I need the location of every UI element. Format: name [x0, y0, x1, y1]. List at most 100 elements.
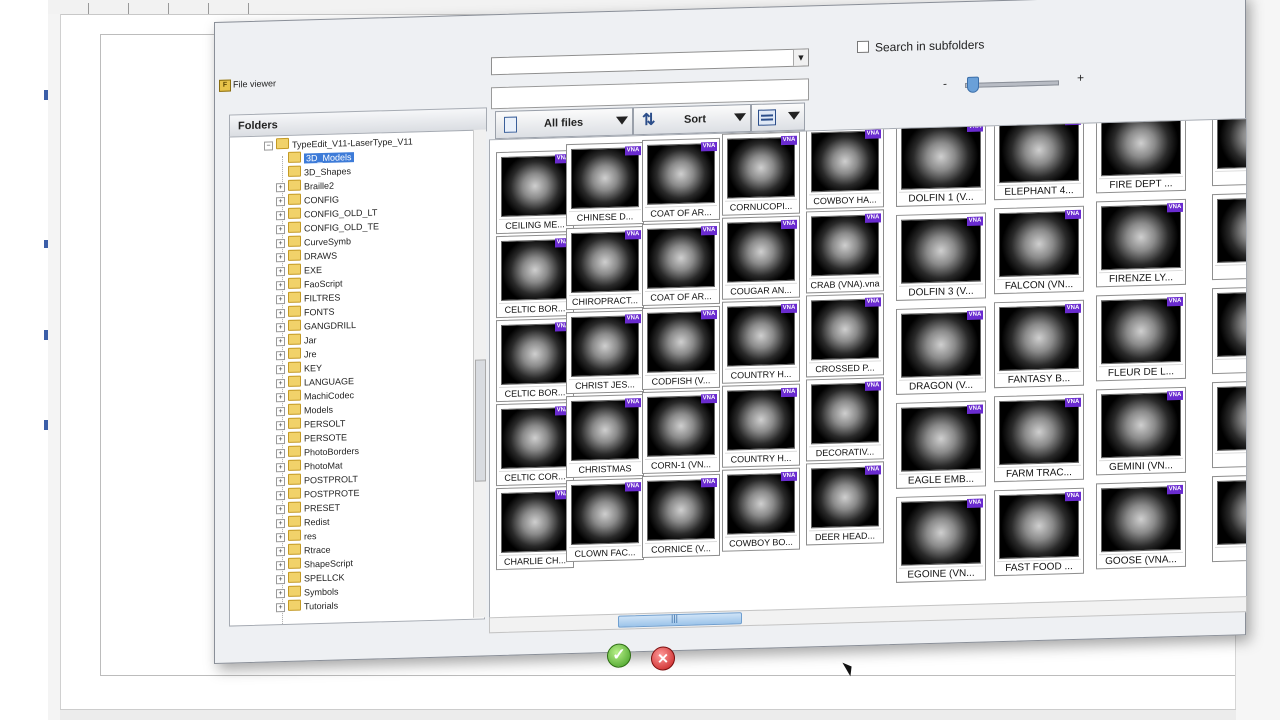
file-thumbnail[interactable]: VNA DOLFIN 1 (V...	[896, 118, 986, 207]
file-thumbnail[interactable]: VNA COUNTRY H...	[722, 383, 800, 468]
tree-item[interactable]: 3D_Shapes	[276, 164, 351, 180]
expand-icon[interactable]: +	[276, 561, 285, 571]
file-thumbnail[interactable]: VNA CHARLIE CH...	[496, 485, 574, 571]
expand-icon[interactable]: +	[276, 309, 285, 319]
tree-scrollbar[interactable]	[473, 129, 486, 618]
file-thumbnail[interactable]: VNA FANTASY B...	[994, 299, 1084, 389]
tree-item[interactable]: + POSTPROTE	[276, 486, 360, 502]
tree-item[interactable]: + Tutorials	[276, 599, 338, 615]
expand-icon[interactable]: +	[276, 519, 285, 529]
file-thumbnail[interactable]: VNA FLEUR DE L...	[1096, 292, 1186, 382]
sort-dropdown[interactable]: ⇅ Sort	[633, 104, 751, 136]
file-thumbnail[interactable]: VNA GEMINI (VN...	[1096, 386, 1186, 476]
collapse-icon[interactable]: −	[264, 141, 273, 151]
expand-icon[interactable]: +	[276, 435, 285, 445]
zoom-track[interactable]	[965, 80, 1059, 89]
file-thumbnail[interactable]: VNA DEER HEAD...	[806, 461, 884, 546]
expand-icon[interactable]: +	[276, 505, 285, 515]
expand-icon[interactable]: +	[276, 253, 285, 263]
checkbox-icon[interactable]	[857, 40, 869, 54]
expand-icon[interactable]: +	[276, 337, 285, 347]
file-thumbnail[interactable]: VNA COWBOY HA...	[806, 125, 884, 210]
file-thumbnail[interactable]: VNA FAST FOOD ...	[994, 487, 1084, 577]
file-thumbnail[interactable]: GR	[1212, 118, 1247, 187]
path-dropdown[interactable]: ▼	[491, 48, 809, 76]
file-thumbnail[interactable]: VNA CELTIC BOR...	[496, 233, 574, 319]
expand-icon[interactable]: +	[276, 575, 285, 585]
file-thumbnail[interactable]: VNA CELTIC COR...	[496, 401, 574, 487]
expand-icon[interactable]: +	[276, 407, 285, 417]
tree-item[interactable]: + CONFIG_OLD_TE	[276, 219, 379, 236]
expand-icon[interactable]: +	[276, 421, 285, 431]
file-thumbnail[interactable]: VNA ELEPHANT 4...	[994, 118, 1084, 201]
file-thumbnail[interactable]: VNA CHINESE D...	[566, 141, 644, 227]
file-thumbnail[interactable]: VNA FALCON (VN...	[994, 205, 1084, 295]
file-thumbnail[interactable]: VNA CHRIST JES...	[566, 309, 644, 395]
file-thumbnail[interactable]: VNA FARM TRAC...	[994, 393, 1084, 483]
file-thumbnail[interactable]: VNA CHRISTMAS	[566, 393, 644, 479]
file-thumbnail[interactable]: HA	[1212, 285, 1247, 375]
expand-icon[interactable]: +	[276, 211, 285, 221]
expand-icon[interactable]: +	[276, 449, 285, 459]
expand-icon[interactable]: +	[276, 183, 285, 193]
file-thumbnail[interactable]: VNA COUGAR AN...	[722, 215, 800, 300]
file-thumbnail[interactable]: VNA FIRENZE LY...	[1096, 198, 1186, 288]
tree-item[interactable]: + PhotoBorders	[276, 444, 359, 460]
tree-item[interactable]: + Redist	[276, 515, 330, 530]
tree-item[interactable]: + MachiCodec	[276, 388, 354, 404]
expand-icon[interactable]: +	[276, 533, 285, 543]
tree-item[interactable]: + CurveSymb	[276, 234, 351, 250]
file-thumbnail[interactable]: VNA CODFISH (V...	[642, 305, 720, 391]
file-thumbnail[interactable]: VNA CRAB (VNA).vna	[806, 209, 884, 294]
expand-icon[interactable]: +	[276, 477, 285, 487]
tree-item[interactable]: + Rtrace	[276, 543, 331, 559]
tree-item[interactable]: + GANGDRILL	[276, 318, 356, 334]
file-thumbnail[interactable]: VNA COWBOY BO...	[722, 467, 800, 552]
file-thumbnail[interactable]: VNA CLOWN FAC...	[566, 477, 644, 563]
tree-scroll-thumb[interactable]	[475, 359, 486, 482]
expand-icon[interactable]: +	[276, 393, 285, 403]
file-thumbnail[interactable]: VNA DOLFIN 3 (V...	[896, 212, 986, 301]
file-thumbnail[interactable]: VNA EAGLE EMB...	[896, 400, 986, 489]
expand-icon[interactable]: +	[276, 603, 285, 613]
expand-icon[interactable]: +	[276, 295, 285, 305]
expand-icon[interactable]: +	[276, 379, 285, 389]
file-thumbnail[interactable]: HA	[1212, 379, 1247, 469]
expand-icon[interactable]: +	[276, 225, 285, 235]
file-thumbnail[interactable]: VNA CHIROPRACT...	[566, 225, 644, 311]
chevron-down-icon[interactable]: ▼	[793, 49, 808, 66]
tree-item[interactable]: + EXE	[276, 263, 322, 278]
file-thumbnail[interactable]: VNA CEILING ME...	[496, 149, 574, 235]
view-mode-dropdown[interactable]	[751, 102, 805, 133]
grid-scroll-thumb[interactable]	[618, 612, 742, 628]
expand-icon[interactable]: +	[276, 323, 285, 333]
zoom-thumb[interactable]	[967, 76, 979, 93]
tree-item[interactable]: + Jre	[276, 347, 317, 362]
file-thumbnail[interactable]: VNA DRAGON (V...	[896, 306, 986, 395]
zoom-slider[interactable]: - +	[943, 71, 1084, 95]
expand-icon[interactable]: +	[276, 491, 285, 501]
expand-icon[interactable]: +	[276, 281, 285, 291]
expand-icon[interactable]: +	[276, 547, 285, 557]
tree-item[interactable]: + PRESET	[276, 500, 340, 516]
tree-item[interactable]: + DRAWS	[276, 249, 337, 265]
expand-icon[interactable]: +	[276, 351, 285, 361]
tree-item[interactable]: + KEY	[276, 361, 322, 376]
file-thumbnail[interactable]: VNA COAT OF AR...	[642, 221, 720, 307]
file-thumbnail[interactable]: VNA CELTIC BOR...	[496, 317, 574, 403]
file-thumbnail[interactable]: VNA CROSSED P...	[806, 293, 884, 378]
file-thumbnail[interactable]: VNA EGOINE (VN...	[896, 494, 986, 583]
expand-icon[interactable]: +	[276, 197, 285, 207]
expand-icon[interactable]: +	[276, 463, 285, 473]
filter-dropdown[interactable]: All files	[495, 107, 633, 140]
file-thumbnail[interactable]: VNAFIRE DEPT ...	[1096, 118, 1186, 194]
file-thumbnail[interactable]: VNA GOOSE (VNA...	[1096, 480, 1186, 570]
tree-item[interactable]: + Jar	[276, 333, 317, 348]
file-thumbnail[interactable]: VNA CORNICE (V...	[642, 473, 720, 559]
expand-icon[interactable]: +	[276, 267, 285, 277]
search-in-subfolders-checkbox[interactable]: Search in subfolders	[857, 37, 984, 55]
file-thumbnail[interactable]: VNA COAT OF AR...	[642, 137, 720, 223]
file-thumbnail[interactable]: VNA DECORATIV...	[806, 377, 884, 462]
expand-icon[interactable]: +	[276, 589, 285, 599]
file-thumbnail[interactable]: GU	[1212, 191, 1247, 281]
